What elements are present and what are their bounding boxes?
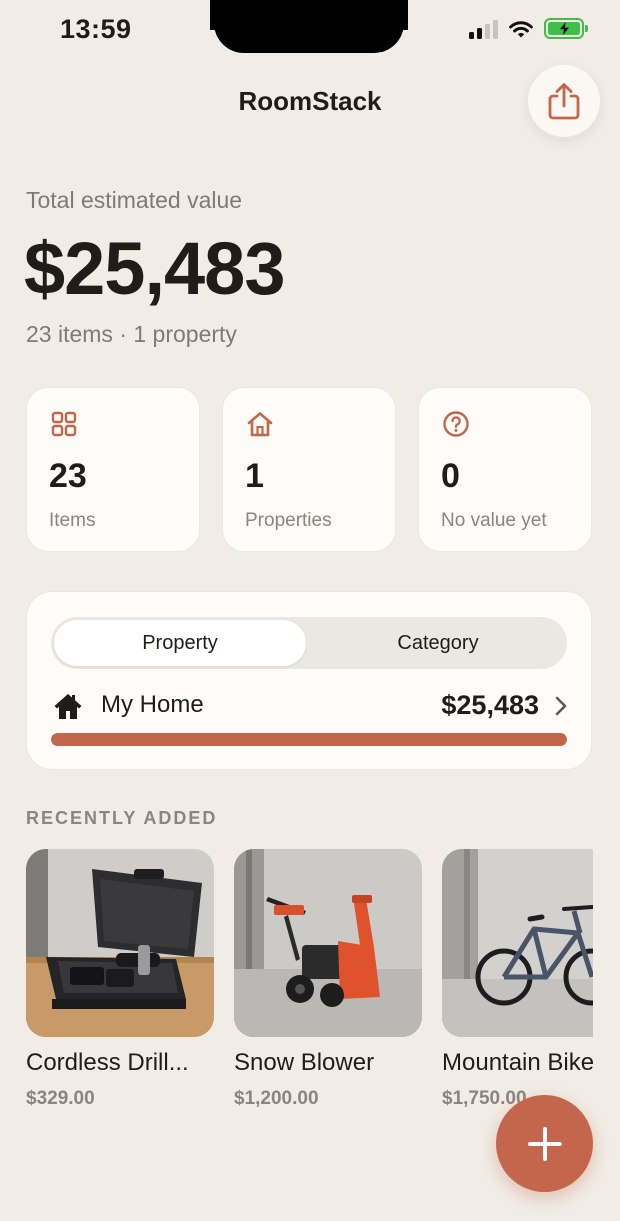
dynamic-island — [210, 0, 408, 53]
item-photo-mountain-bike — [442, 849, 593, 1037]
share-icon — [548, 83, 580, 120]
stat-card-no-value[interactable]: 0 No value yet — [418, 387, 592, 552]
house-icon — [247, 412, 273, 437]
property-row-my-home[interactable]: My Home $25,483 — [53, 690, 569, 724]
item-price: $1,200.00 — [234, 1088, 319, 1109]
stat-number: 1 — [245, 457, 264, 495]
stat-number: 23 — [49, 457, 87, 495]
stat-number: 0 — [441, 457, 460, 495]
recent-item-card[interactable]: Cordless Drill... $329.00 — [26, 849, 214, 1110]
drill-case-image — [26, 849, 214, 1037]
house-icon — [54, 694, 82, 719]
stat-label: Items — [49, 510, 96, 531]
question-circle-icon — [443, 411, 469, 437]
breakdown-segmented-control: Property Category — [51, 617, 567, 669]
item-photo-snow-blower — [234, 849, 422, 1037]
stat-card-properties[interactable]: 1 Properties — [222, 387, 396, 552]
stat-label: No value yet — [441, 510, 547, 531]
charging-bolt-icon — [559, 22, 569, 35]
property-name: My Home — [101, 691, 204, 718]
stat-label: Properties — [245, 510, 332, 531]
app-screen: 13:59 RoomStack Total estimated value $2… — [0, 0, 620, 1221]
recent-item-card[interactable]: Snow Blower $1,200.00 — [234, 849, 422, 1110]
wifi-icon — [509, 20, 533, 37]
property-share-bar — [51, 733, 567, 746]
cellular-signal-icon — [469, 19, 498, 39]
snow-blower-image — [234, 849, 422, 1037]
total-value-label: Total estimated value — [26, 187, 243, 213]
tab-property[interactable]: Property — [54, 620, 306, 666]
status-time: 13:59 — [60, 14, 132, 44]
mountain-bike-image — [442, 849, 593, 1037]
status-icons — [469, 18, 588, 39]
battery-icon — [544, 18, 588, 39]
item-name: Snow Blower — [234, 1049, 375, 1076]
item-photo-drill — [26, 849, 214, 1037]
item-price: $329.00 — [26, 1088, 95, 1109]
chevron-right-icon — [555, 696, 567, 716]
recent-item-card[interactable]: Mountain Bike $1,750.00 — [442, 849, 593, 1110]
stat-card-items[interactable]: 23 Items — [26, 387, 200, 552]
section-title-recently-added: RECENTLY ADDED — [26, 808, 218, 828]
recent-items-carousel[interactable]: Cordless Drill... $329.00 Snow Blower $1… — [0, 840, 593, 1140]
value-breakdown-card: Property Category My Home $25,483 — [26, 591, 592, 770]
plus-icon — [527, 1126, 562, 1161]
app-title: RoomStack — [238, 86, 382, 116]
total-value: $25,483 — [24, 227, 285, 310]
property-share-fill — [51, 733, 567, 746]
tab-category[interactable]: Category — [312, 620, 564, 666]
total-meta: 23 items · 1 property — [26, 321, 237, 347]
grid-icon — [51, 411, 77, 437]
item-name: Cordless Drill... — [26, 1049, 189, 1076]
property-value: $25,483 — [441, 690, 539, 720]
share-button[interactable] — [528, 65, 600, 137]
add-item-button[interactable] — [496, 1095, 593, 1192]
item-name: Mountain Bike — [442, 1049, 593, 1076]
